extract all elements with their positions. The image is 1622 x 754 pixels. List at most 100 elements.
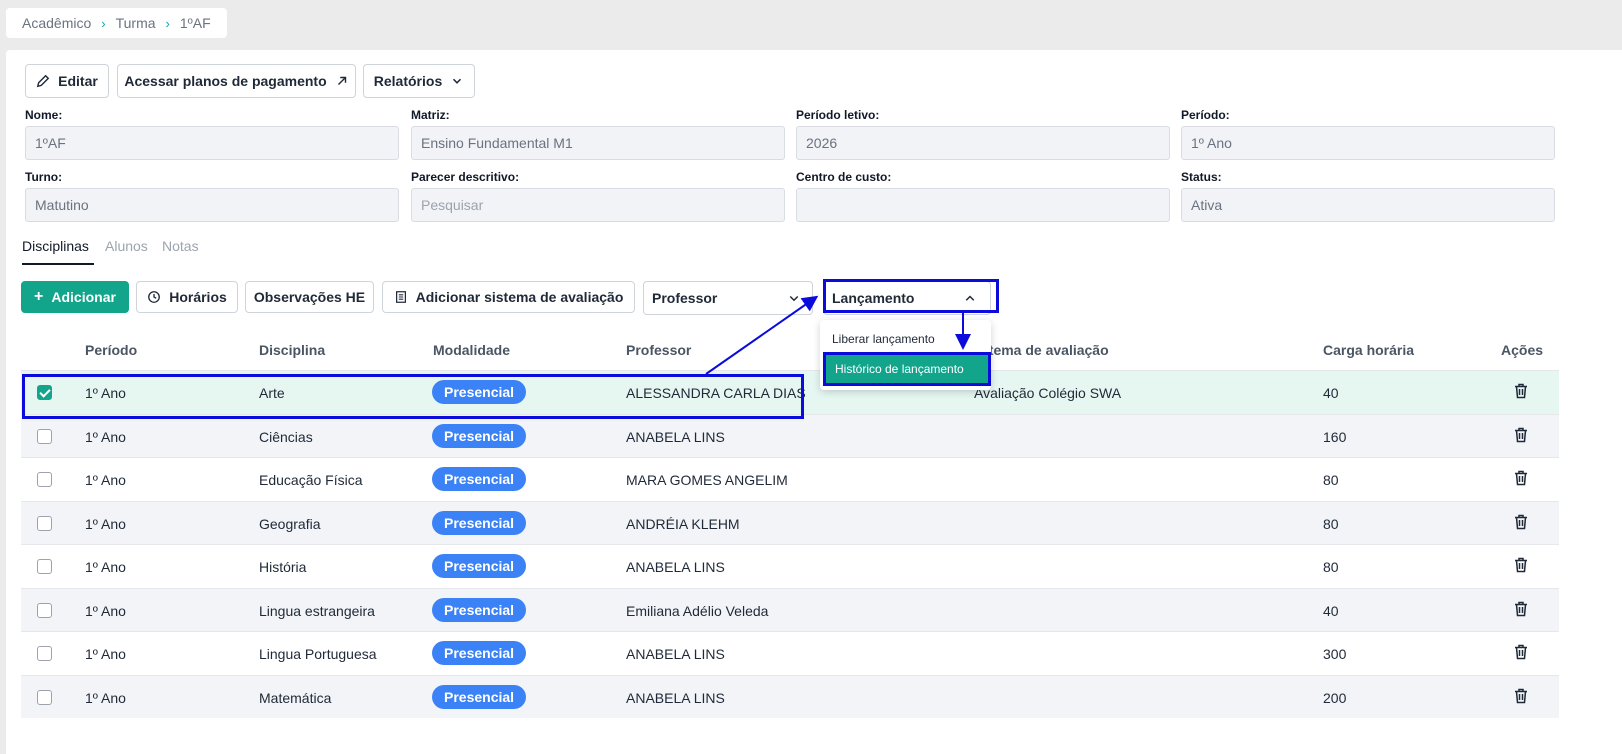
edit-button[interactable]: Editar	[25, 64, 109, 98]
modality-badge: Presencial	[432, 641, 527, 665]
modality-badge: Presencial	[432, 510, 527, 535]
chevron-right-icon: ›	[101, 15, 106, 31]
col-periodo[interactable]: Período	[85, 342, 137, 358]
tab-notas[interactable]: Notas	[162, 238, 199, 254]
period-label: Período:	[1181, 108, 1230, 122]
row-checkbox[interactable]	[37, 559, 52, 574]
modality-badge: Presencial	[432, 380, 527, 404]
reports-button[interactable]: Relatórios	[363, 64, 475, 98]
modality-badge: Presencial	[432, 554, 527, 578]
clock-icon	[148, 291, 161, 303]
menu-item-historico-lancamento[interactable]: Histórico de lançamento	[823, 354, 988, 384]
trash-icon[interactable]	[1514, 470, 1528, 486]
status-label: Status:	[1181, 170, 1222, 184]
col-sistema-avaliacao[interactable]: stema de avaliação	[981, 342, 1109, 358]
col-acoes: Ações	[1501, 342, 1544, 358]
payment-plans-label: Acessar planos de pagamento	[124, 73, 327, 89]
pencil-icon	[36, 74, 50, 88]
tab-alunos[interactable]: Alunos	[105, 238, 148, 254]
cell-carga-horaria: 40	[1323, 602, 1339, 619]
cell-periodo: 1º Ano	[85, 646, 126, 662]
table-row[interactable]: 1º Ano Ciências Presencial ANABELA LINS 160	[21, 413, 1559, 457]
matrix-field[interactable]: Ensino Fundamental M1	[411, 126, 785, 160]
shift-label: Turno:	[25, 170, 63, 184]
cell-carga-horaria: 200	[1323, 689, 1347, 706]
cell-professor: Emiliana Adélio Veleda	[626, 602, 769, 619]
cell-periodo: 1º Ano	[85, 602, 126, 619]
cost-center-field[interactable]	[796, 188, 1170, 222]
trash-icon[interactable]	[1514, 427, 1528, 443]
cell-periodo: 1º Ano	[85, 385, 126, 401]
cell-professor: ANDRÉIA KLEHM	[626, 515, 740, 532]
table-body: 1º Ano Arte Presencial ALESSANDRA CARLA DIA…	[21, 370, 1559, 718]
period-field[interactable]: 1º Ano	[1181, 126, 1555, 160]
trash-icon[interactable]	[1514, 514, 1528, 530]
table-row[interactable]: 1º Ano Arte Presencial ALESSANDRA CARLA DIA…	[21, 370, 1559, 414]
modality-badge: Presencial	[432, 423, 527, 448]
table-row[interactable]: 1º Ano Geografia Presencial ANDRÉIA KLEHM 80	[21, 500, 1559, 544]
teacher-select[interactable]: Professor	[643, 281, 813, 315]
col-professor[interactable]: Professor	[626, 342, 691, 358]
cell-professor: ANABELA LINS	[626, 428, 725, 445]
cell-disciplina: Ciências	[259, 428, 313, 445]
school-year-label: Período letivo:	[796, 108, 880, 122]
cell-periodo: 1º Ano	[85, 472, 126, 488]
breadcrumb-item-turma[interactable]: Turma	[116, 15, 156, 31]
chevron-right-icon: ›	[165, 15, 170, 31]
disciplines-table: Período Disciplina Modalidade Professor …	[21, 328, 1559, 718]
trash-icon[interactable]	[1514, 601, 1528, 617]
menu-item-liberar-lancamento[interactable]: Liberar lançamento	[820, 323, 991, 355]
table-header: Período Disciplina Modalidade Professor …	[21, 328, 1559, 370]
payment-plans-button[interactable]: Acessar planos de pagamento	[117, 64, 356, 98]
chevron-down-icon	[789, 295, 799, 302]
trash-icon[interactable]	[1514, 557, 1528, 573]
cell-disciplina: Educação Física	[259, 472, 363, 488]
row-checkbox[interactable]	[37, 472, 52, 487]
table-row[interactable]: 1º Ano Lingua estrangeira Presencial Emilia…	[21, 587, 1559, 631]
cell-carga-horaria: 160	[1323, 428, 1347, 445]
table-row[interactable]: 1º Ano História Presencial ANABELA LINS 80	[21, 544, 1559, 588]
descriptive-opinion-input[interactable]: Pesquisar	[411, 188, 785, 222]
table-row[interactable]: 1º Ano Matemática Presencial ANABELA LINS 20…	[21, 674, 1559, 718]
cell-sistema-avaliacao: Avaliação Colégio SWA	[974, 385, 1122, 401]
breadcrumb-item-academico[interactable]: Acadêmico	[22, 15, 91, 31]
status-field[interactable]: Ativa	[1181, 188, 1555, 222]
school-year-field[interactable]: 2026	[796, 126, 1170, 160]
cell-carga-horaria: 80	[1323, 559, 1339, 575]
table-row[interactable]: 1º Ano Lingua Portuguesa Presencial ANABELA…	[21, 631, 1559, 675]
plus-icon: +	[34, 288, 44, 305]
shift-field[interactable]: Matutino	[25, 188, 399, 222]
trash-icon[interactable]	[1514, 383, 1528, 399]
cell-disciplina: Matemática	[259, 689, 332, 706]
name-field[interactable]: 1ºAF	[25, 126, 399, 160]
col-disciplina[interactable]: Disciplina	[259, 342, 325, 358]
row-checkbox[interactable]	[37, 602, 52, 618]
table-row[interactable]: 1º Ano Educação Física Presencial MARA GOME…	[21, 457, 1559, 501]
col-modalidade[interactable]: Modalidade	[433, 342, 510, 358]
launch-select-value: Lançamento	[832, 290, 915, 306]
add-button[interactable]: + Adicionar	[21, 281, 129, 313]
add-evaluation-system-button[interactable]: Adicionar sistema de avaliação	[382, 281, 635, 313]
schedules-button[interactable]: Horários	[136, 281, 238, 313]
col-carga-horaria[interactable]: Carga horária	[1323, 342, 1414, 358]
launch-select[interactable]: Lançamento	[823, 281, 991, 315]
cell-professor: ANABELA LINS	[626, 559, 725, 575]
add-evaluation-system-label: Adicionar sistema de avaliação	[415, 289, 624, 305]
cell-professor: ANABELA LINS	[626, 689, 725, 706]
row-checkbox[interactable]	[37, 646, 52, 661]
cell-carga-horaria: 300	[1323, 646, 1347, 662]
row-checkbox[interactable]	[37, 689, 52, 705]
tab-disciplinas[interactable]: Disciplinas	[22, 238, 89, 254]
external-link-icon	[337, 76, 346, 85]
modality-badge: Presencial	[432, 597, 527, 622]
row-checkbox[interactable]	[37, 385, 52, 400]
chevron-up-icon	[965, 295, 975, 301]
row-checkbox[interactable]	[37, 428, 52, 444]
trash-icon[interactable]	[1514, 644, 1528, 660]
trash-icon[interactable]	[1514, 688, 1528, 704]
cell-professor: ALESSANDRA CARLA DIAS	[626, 385, 806, 401]
row-checkbox[interactable]	[37, 515, 52, 531]
obs-he-button[interactable]: Observações HE	[245, 281, 374, 313]
reports-label: Relatórios	[373, 73, 443, 89]
name-label: Nome:	[25, 108, 63, 122]
